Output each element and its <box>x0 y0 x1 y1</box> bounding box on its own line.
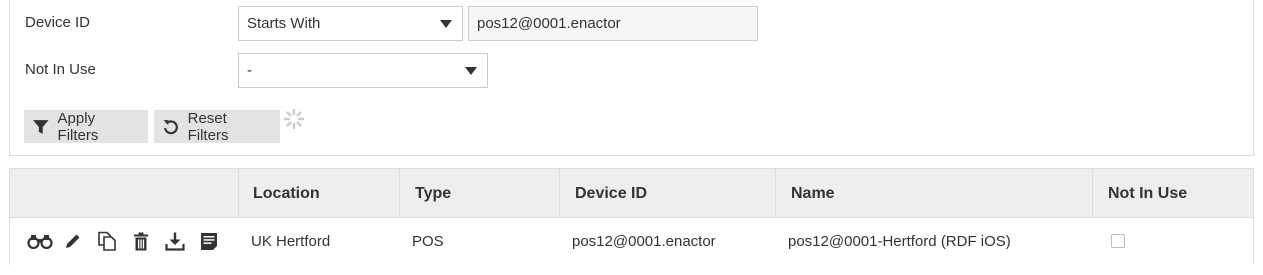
reset-icon <box>163 119 178 134</box>
not-in-use-value: - <box>247 62 252 79</box>
notes-icon[interactable] <box>198 230 220 252</box>
caret-down-icon <box>465 67 477 75</box>
device-id-operator-select[interactable]: Starts With <box>238 6 463 41</box>
cell-device-id: pos12@0001.enactor <box>572 233 716 250</box>
apply-filters-button[interactable]: Apply Filters <box>24 109 148 144</box>
reset-filters-label: Reset Filters <box>187 109 229 144</box>
not-in-use-select[interactable]: - <box>238 53 488 88</box>
delete-icon[interactable] <box>130 230 152 252</box>
column-header-type[interactable]: Type <box>415 185 451 203</box>
filter-panel: Device ID Starts With Not In Use - Apply… <box>9 0 1254 156</box>
column-header-location[interactable]: Location <box>253 185 320 203</box>
column-header-not-in-use[interactable]: Not In Use <box>1108 185 1187 203</box>
edit-icon[interactable] <box>62 230 84 252</box>
loading-spinner-icon <box>283 108 305 130</box>
cell-name: pos12@0001-Hertford (RDF iOS) <box>788 233 1011 250</box>
cell-type: POS <box>412 233 444 250</box>
apply-filters-label: Apply Filters <box>57 109 99 144</box>
download-icon[interactable] <box>164 230 186 252</box>
row-actions <box>26 230 232 252</box>
copy-icon[interactable] <box>96 230 118 252</box>
table-header: Location Type Device ID Name Not In Use <box>10 169 1253 218</box>
not-in-use-checkbox[interactable] <box>1111 234 1125 248</box>
not-in-use-label: Not In Use <box>25 61 96 78</box>
reset-filters-button[interactable]: Reset Filters <box>154 109 280 144</box>
devices-table: Location Type Device ID Name Not In Use <box>9 168 1254 265</box>
device-id-label: Device ID <box>25 14 91 31</box>
caret-down-icon <box>440 20 452 28</box>
table-row[interactable]: UK Hertford POS pos12@0001.enactor pos12… <box>10 218 1253 265</box>
cell-location: UK Hertford <box>251 233 331 250</box>
filter-icon <box>32 119 49 134</box>
column-header-name[interactable]: Name <box>791 185 835 203</box>
device-id-input[interactable] <box>468 6 758 41</box>
view-icon[interactable] <box>26 230 54 252</box>
device-id-operator-value: Starts With <box>247 15 321 32</box>
column-header-device-id[interactable]: Device ID <box>575 185 647 203</box>
